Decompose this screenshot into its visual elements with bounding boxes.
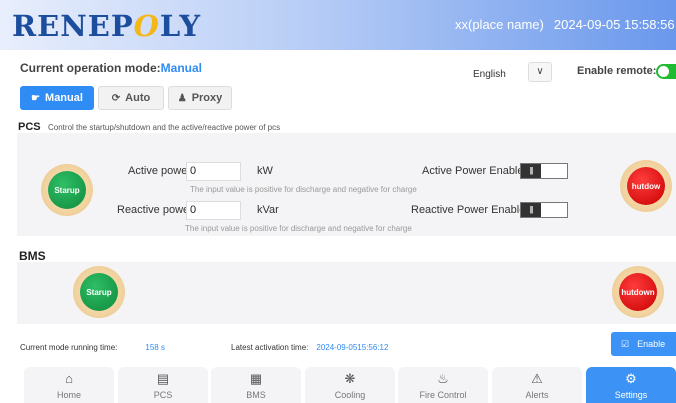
tab-manual[interactable]: ☛ Manual xyxy=(20,86,94,110)
enable-button[interactable]: ☑ Enable xyxy=(611,332,676,356)
nav-alerts[interactable]: ⚠ Alerts xyxy=(492,367,582,403)
bms-icon: ▦ xyxy=(249,371,263,386)
gear-icon: ⚙ xyxy=(625,371,637,386)
alert-icon: ⚠ xyxy=(531,371,543,386)
header-info: xx(place name) 2024-09-05 15:58:56 xyxy=(455,17,675,32)
reactive-power-enable-switch[interactable]: ||| xyxy=(520,202,568,218)
language-value[interactable]: English xyxy=(473,69,506,80)
tab-auto[interactable]: ⟳ Auto xyxy=(98,86,164,110)
top-header: RENEPOLY xx(place name) 2024-09-05 15:58:… xyxy=(0,0,676,50)
brand-logo: RENEPOLY xyxy=(12,9,202,43)
current-datetime: 2024-09-05 15:58:56 xyxy=(553,17,675,32)
home-icon: ⌂ xyxy=(65,371,73,386)
nav-home[interactable]: ⌂ Home xyxy=(24,367,114,403)
enable-remote-toggle[interactable] xyxy=(656,64,676,79)
reactive-power-enable-label: Reactive Power Enable xyxy=(411,204,526,216)
nav-cooling[interactable]: ❋ Cooling xyxy=(305,367,395,403)
hand-icon: ☛ xyxy=(31,92,41,104)
reactive-power-label: Reactive power xyxy=(117,204,193,216)
reactive-power-hint: The input value is positive for discharg… xyxy=(185,224,412,233)
fire-icon: ♨ xyxy=(437,371,449,386)
bms-start-button[interactable]: Starup xyxy=(73,266,125,318)
active-power-hint: The input value is positive for discharg… xyxy=(190,185,417,194)
activation-time-value: 2024-09-0515:56:12 xyxy=(316,343,389,352)
cycle-icon: ⟳ xyxy=(111,92,121,104)
active-power-enable-switch[interactable]: ||| xyxy=(520,163,568,179)
nav-fire-control[interactable]: ♨ Fire Control xyxy=(398,367,488,403)
running-time-value: 158 s xyxy=(145,343,165,352)
enable-remote-label: Enable remote: xyxy=(577,65,657,77)
active-power-input[interactable]: 0 xyxy=(186,162,241,181)
operation-mode-value: Manual xyxy=(160,61,203,75)
pcs-section-title: PCS xyxy=(18,121,41,133)
fan-icon: ❋ xyxy=(344,371,356,386)
activation-time: Latest activation time: 2024-09-0515:56:1… xyxy=(231,343,389,352)
active-power-unit: kW xyxy=(257,165,273,177)
switch-handle: ||| xyxy=(521,164,541,178)
pcs-panel: Starup Active power 0 kW The input value… xyxy=(17,133,676,236)
pcs-icon: ▤ xyxy=(156,371,170,386)
active-power-enable-label: Active Power Enable xyxy=(422,165,524,177)
language-dropdown[interactable]: ∨ xyxy=(528,62,552,82)
pcs-stop-button[interactable]: hutdow xyxy=(620,160,672,212)
place-name: xx(place name) xyxy=(455,17,544,32)
tab-proxy[interactable]: ♟ Proxy xyxy=(168,86,232,110)
reactive-power-unit: kVar xyxy=(257,204,279,216)
running-time: Current mode running time: 158 s xyxy=(20,343,165,352)
check-circle-icon: ☑ xyxy=(621,338,630,349)
nav-pcs[interactable]: ▤ PCS xyxy=(118,367,208,403)
chevron-down-icon: ∨ xyxy=(536,66,544,77)
switch-handle: ||| xyxy=(521,203,541,217)
active-power-label: Active power xyxy=(128,165,191,177)
pcs-description: Control the startup/shutdown and the act… xyxy=(48,123,281,132)
user-icon: ♟ xyxy=(177,92,187,104)
bms-panel: Starup hutdown xyxy=(17,262,676,324)
nav-settings[interactable]: ⚙ Settings xyxy=(586,367,676,403)
bms-stop-button[interactable]: hutdown xyxy=(612,266,664,318)
reactive-power-input[interactable]: 0 xyxy=(186,201,241,220)
nav-bms[interactable]: ▦ BMS xyxy=(211,367,301,403)
pcs-start-button[interactable]: Starup xyxy=(41,164,93,216)
operation-mode-title: Current operation mode:Manual xyxy=(20,61,203,75)
toggle-knob xyxy=(658,66,669,77)
bms-section-title: BMS xyxy=(19,249,46,263)
